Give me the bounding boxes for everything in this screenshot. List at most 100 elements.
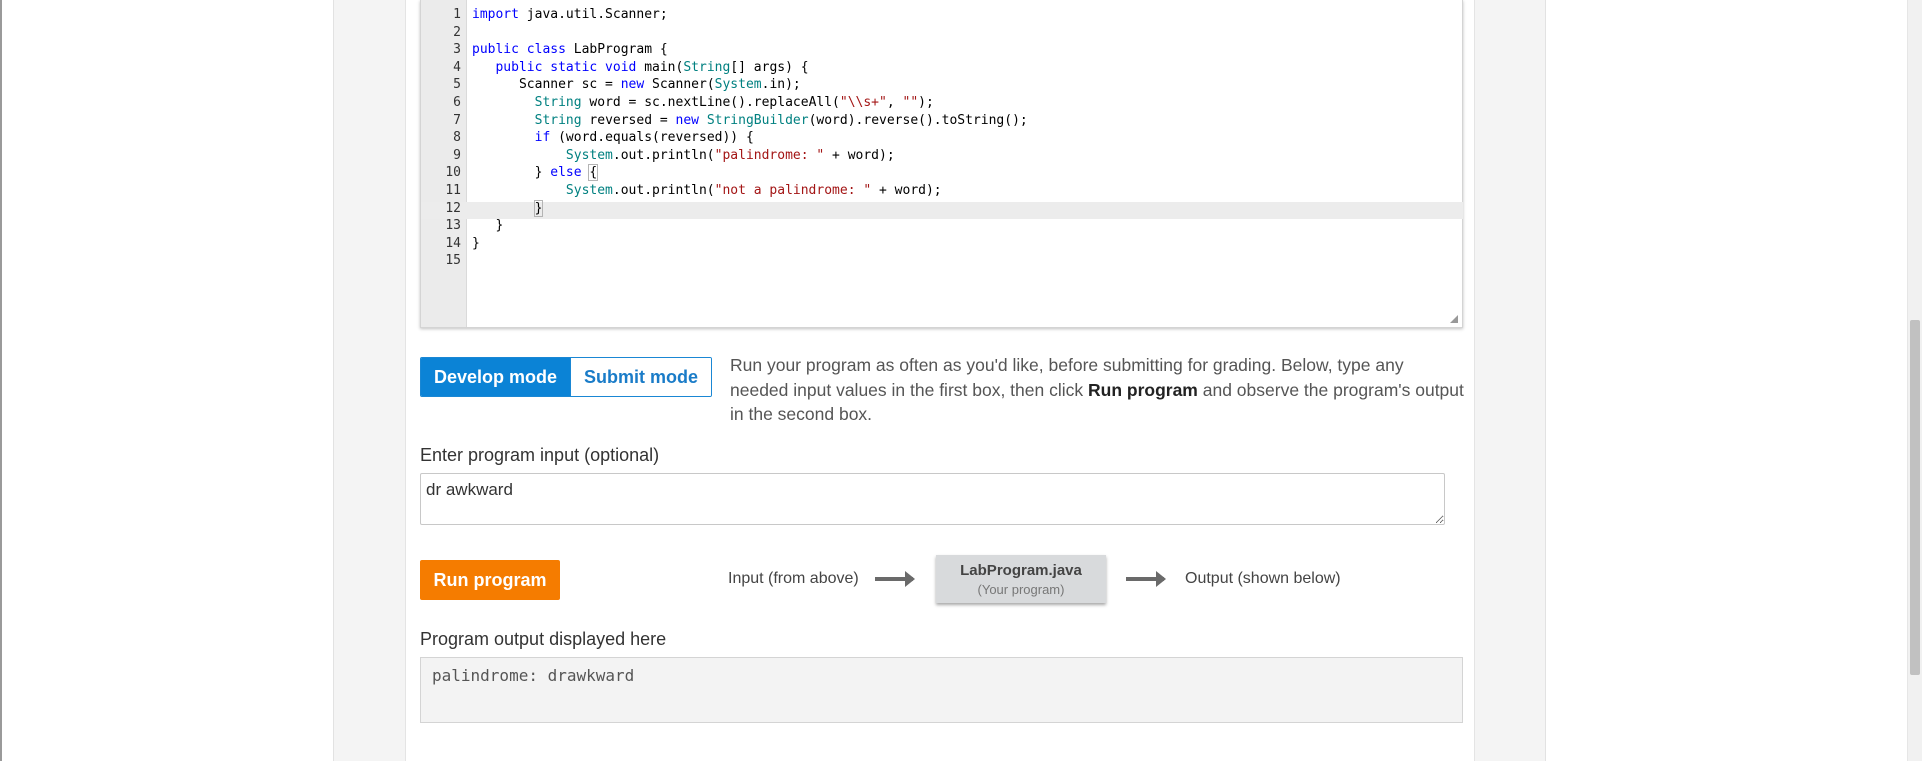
- mode-toggle: Develop mode Submit mode: [420, 357, 712, 397]
- program-subtitle: (Your program): [977, 582, 1065, 597]
- program-name: LabProgram.java: [960, 562, 1082, 579]
- code-text: String reversed = new StringBuilder(word…: [472, 112, 1028, 130]
- flow-input-label: Input (from above): [728, 570, 859, 587]
- code-line[interactable]: 8 if (word.equals(reversed)) {: [421, 129, 1463, 147]
- code-token: + word);: [824, 147, 895, 163]
- code-line[interactable]: 6 String word = sc.nextLine().replaceAll…: [421, 94, 1463, 112]
- code-token: System: [565, 182, 613, 198]
- code-token: String: [683, 59, 731, 75]
- line-number: 10: [445, 165, 461, 181]
- code-token: {: [588, 164, 599, 182]
- arrow-right-icon: [1126, 571, 1166, 587]
- line-number: 4: [453, 59, 461, 75]
- line-number: 2: [453, 24, 461, 40]
- code-text: }: [472, 235, 480, 253]
- code-line[interactable]: 12 }: [421, 199, 1463, 218]
- code-line[interactable]: 9 System.out.println("palindrome: " + wo…: [421, 147, 1463, 165]
- code-token: import: [472, 7, 519, 22]
- program-box: LabProgram.java (Your program): [936, 555, 1106, 603]
- line-number: 1: [453, 7, 461, 22]
- code-token: LabProgram {: [565, 42, 668, 58]
- code-token: String: [534, 94, 582, 110]
- code-token: System: [565, 147, 613, 163]
- line-number: 14: [445, 235, 461, 251]
- code-token: "palindrome: ": [714, 147, 825, 163]
- code-token: ,: [886, 94, 903, 110]
- code-line[interactable]: 2: [421, 24, 1463, 42]
- code-token: }: [472, 218, 504, 234]
- code-token: word = sc.nextLine().replaceAll(: [581, 94, 840, 110]
- instructions-text: Run your program as often as you'd like,…: [730, 353, 1465, 427]
- line-number: 5: [453, 77, 461, 93]
- code-text: }: [472, 217, 503, 235]
- code-token: (word).reverse().toString();: [808, 112, 1028, 128]
- program-output-box: palindrome: drawkward: [420, 657, 1463, 723]
- line-number: 9: [453, 147, 461, 163]
- code-line[interactable]: 3 public class LabProgram {: [421, 41, 1463, 59]
- code-token: "": [902, 94, 919, 110]
- code-token: else: [550, 165, 582, 181]
- code-line[interactable]: 11 System.out.println("not a palindrome:…: [421, 182, 1463, 200]
- line-number: 6: [453, 94, 461, 110]
- code-line[interactable]: 15: [421, 252, 1463, 270]
- code-token: new: [620, 77, 645, 93]
- code-text: Scanner sc = new Scanner(System.in);: [472, 76, 801, 94]
- program-input-field[interactable]: [420, 473, 1445, 525]
- code-token: public static void: [495, 59, 637, 75]
- scrollbar-thumb[interactable]: [1910, 320, 1920, 675]
- code-token: if: [534, 130, 551, 146]
- code-token: .in);: [761, 77, 801, 93]
- code-token: "\\s+": [839, 94, 887, 110]
- code-text: }: [472, 199, 544, 218]
- line-number: 8: [453, 130, 461, 146]
- code-text: System.out.println("palindrome: " + word…: [472, 147, 895, 165]
- code-line[interactable]: 5 Scanner sc = new Scanner(System.in);: [421, 76, 1463, 94]
- code-text: import java.util.Scanner;: [472, 6, 668, 24]
- line-number: 15: [445, 253, 461, 269]
- code-text: if (word.equals(reversed)) {: [472, 129, 754, 147]
- code-token: new: [675, 112, 699, 128]
- code-token: [] args) {: [730, 59, 809, 75]
- code-text: } else {: [472, 164, 599, 182]
- run-program-button[interactable]: Run program: [420, 560, 560, 600]
- code-line[interactable]: 14}: [421, 235, 1463, 253]
- code-token: Scanner(: [644, 77, 715, 93]
- code-token: StringBuilder: [706, 112, 809, 128]
- develop-mode-button[interactable]: Develop mode: [421, 358, 570, 396]
- code-line[interactable]: 1 import java.util.Scanner;: [421, 6, 1463, 24]
- code-text: public static void main(String[] args) {: [472, 59, 809, 77]
- code-token: }: [472, 235, 480, 251]
- code-token: "not a palindrome: ": [714, 182, 872, 198]
- code-lines[interactable]: 1 import java.util.Scanner; 2 3 public class…: [421, 6, 1463, 270]
- code-token: main(: [636, 59, 684, 75]
- instructions-run-program: Run program: [1088, 379, 1198, 400]
- code-token: Scanner sc =: [472, 77, 621, 93]
- code-token: reversed =: [581, 112, 676, 128]
- code-token: .out.println(: [612, 182, 715, 198]
- code-editor[interactable]: 1 import java.util.Scanner; 2 3 public class…: [420, 0, 1463, 328]
- submit-mode-button[interactable]: Submit mode: [569, 358, 711, 396]
- window-edge: [0, 0, 2, 761]
- editor-resize-handle[interactable]: [1450, 315, 1458, 323]
- line-number: 11: [445, 182, 461, 198]
- code-line[interactable]: 10 } else {: [421, 164, 1463, 182]
- flow-output-label: Output (shown below): [1185, 570, 1341, 587]
- code-text: System.out.println("not a palindrome: " …: [472, 182, 942, 200]
- code-token: System: [714, 77, 762, 93]
- program-output-label: Program output displayed here: [420, 629, 667, 649]
- code-token: + word);: [871, 182, 942, 198]
- code-line[interactable]: 13 }: [421, 217, 1463, 235]
- code-line[interactable]: 7 String reversed = new StringBuilder(wo…: [421, 112, 1463, 130]
- line-number: 3: [453, 42, 461, 58]
- line-number: 13: [445, 218, 461, 234]
- code-line[interactable]: 4 public static void main(String[] args)…: [421, 59, 1463, 77]
- code-token: java.util.Scanner;: [518, 7, 668, 22]
- code-token: }: [472, 165, 551, 181]
